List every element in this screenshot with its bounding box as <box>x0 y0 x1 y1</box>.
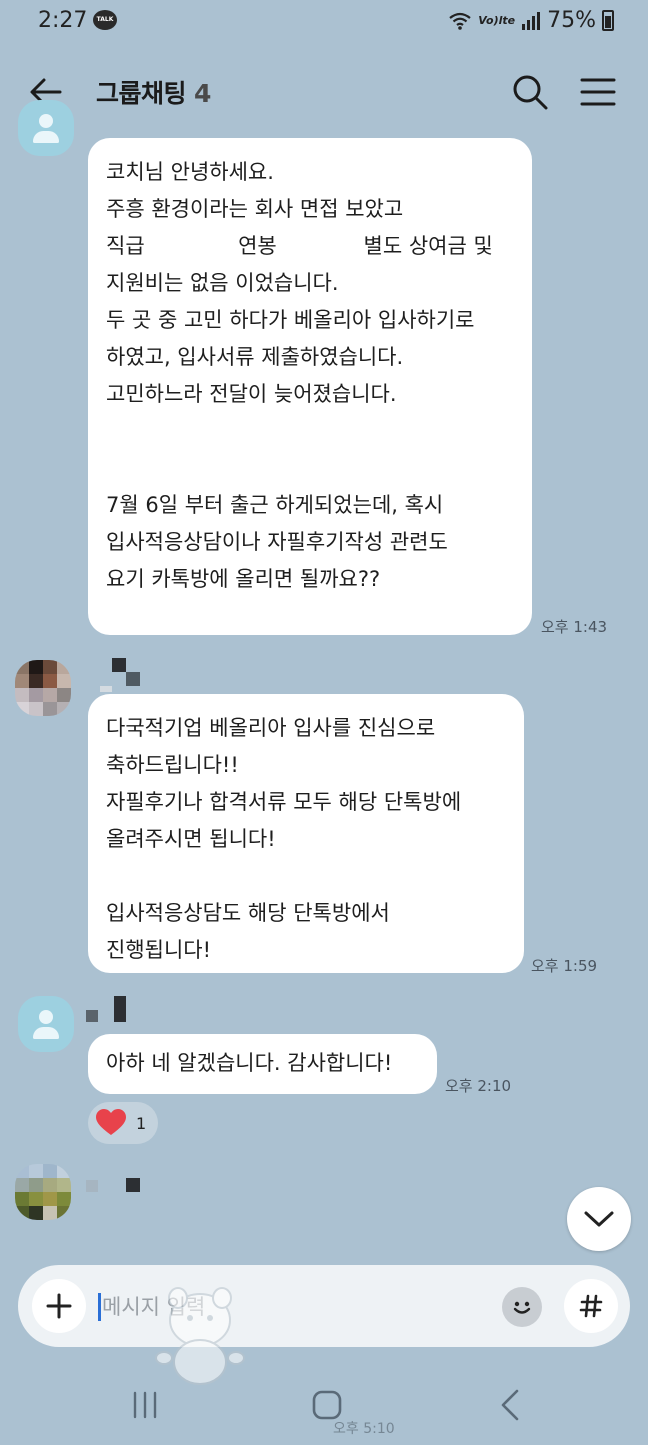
home-icon[interactable] <box>310 1388 344 1422</box>
emoji-button[interactable] <box>502 1287 542 1327</box>
hashtag-button[interactable] <box>564 1279 618 1333</box>
message-time: 오후 1:59 <box>531 957 598 975</box>
battery-percent: 75% <box>547 8 596 33</box>
sender-name <box>86 996 136 1022</box>
avatar[interactable] <box>18 100 74 156</box>
hamburger-menu-icon[interactable] <box>576 70 620 114</box>
scroll-to-bottom-button[interactable] <box>567 1187 631 1251</box>
message-time: 오후 2:10 <box>445 1077 512 1095</box>
chat-title: 그룹채팅 4 <box>96 74 211 110</box>
message-bubble[interactable]: 코치님 안녕하세요. 주흥 환경이라는 회사 면접 보았고 직급 연봉 별도 상… <box>88 138 532 635</box>
sender-name <box>100 658 150 692</box>
message-input-bar <box>18 1265 630 1347</box>
chat-room-name: 그룹채팅 <box>96 79 187 108</box>
search-icon[interactable] <box>508 70 552 114</box>
reaction-badge[interactable]: 1 <box>88 1102 158 1144</box>
avatar[interactable] <box>18 996 74 1052</box>
avatar[interactable] <box>15 660 71 716</box>
chevron-down-icon <box>584 1211 614 1227</box>
heart-icon <box>96 1109 126 1135</box>
talk-notification-icon: TALK <box>93 10 117 30</box>
message-time: 오후 5:10 <box>333 1421 395 1437</box>
status-time: 2:27 <box>38 8 88 33</box>
message-bubble[interactable]: 다국적기업 베올리아 입사를 진심으로 축하드립니다!! 자필후기나 합격서류 … <box>88 694 524 973</box>
volte-label: Vo)lte <box>478 14 516 27</box>
sender-name <box>86 1176 146 1198</box>
status-bar: 2:27 TALK Vo)lte 75% <box>0 0 648 44</box>
wifi-icon <box>449 12 471 30</box>
system-navigation-bar: 오후 5:10 <box>0 1370 648 1445</box>
member-count: 4 <box>194 79 211 108</box>
text-cursor <box>98 1293 101 1321</box>
hash-icon <box>579 1294 603 1318</box>
avatar[interactable] <box>15 1164 71 1220</box>
chat-header: 그룹채팅 4 <box>0 56 648 126</box>
smiley-icon <box>509 1294 535 1320</box>
message-time: 오후 1:43 <box>541 618 608 636</box>
reaction-count: 1 <box>136 1113 147 1133</box>
battery-icon <box>602 10 614 31</box>
plus-icon <box>46 1293 72 1319</box>
nav-back-icon[interactable] <box>495 1388 525 1422</box>
signal-icon <box>522 11 541 30</box>
attach-button[interactable] <box>32 1279 86 1333</box>
recent-apps-icon[interactable] <box>130 1390 160 1420</box>
status-indicators: Vo)lte 75% <box>448 8 614 33</box>
message-bubble[interactable]: 아하 네 알겠습니다. 감사합니다! <box>88 1034 437 1094</box>
